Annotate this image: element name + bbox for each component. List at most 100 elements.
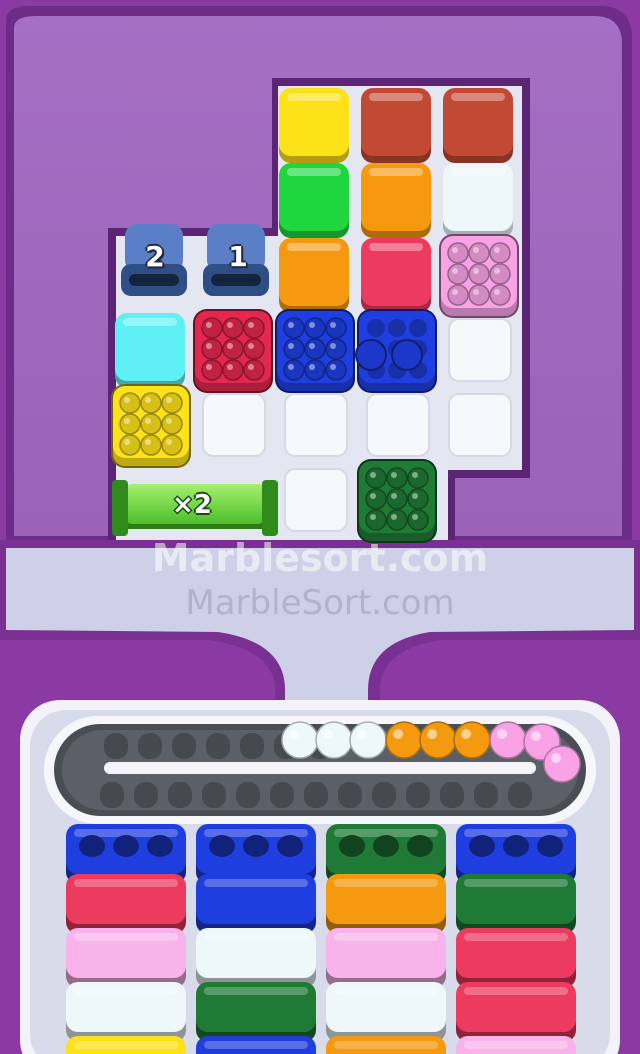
track-slot: [168, 782, 192, 808]
tile-white[interactable]: [443, 163, 513, 238]
track-slot: [338, 782, 362, 808]
marble: [243, 359, 265, 381]
marble-box-yellow[interactable]: [111, 384, 191, 468]
tile-green[interactable]: [279, 163, 349, 238]
marble: [243, 317, 265, 339]
marble-hole: [339, 835, 365, 857]
marble-hole: [388, 319, 406, 337]
empty-slot: [448, 393, 512, 457]
track-slot: [202, 782, 226, 808]
marble: [325, 338, 347, 360]
tile-orange[interactable]: [279, 238, 349, 313]
column-block-dark-green: [196, 982, 316, 1042]
sort-column-1[interactable]: [66, 824, 186, 1054]
sort-column-3[interactable]: [326, 824, 446, 1054]
marble: [201, 359, 223, 381]
sort-column-2[interactable]: [196, 824, 316, 1054]
marble-orange: [385, 721, 423, 759]
marble-hole: [79, 835, 105, 857]
track-slot: [304, 782, 328, 808]
game-canvas: [0, 0, 640, 1054]
marble-hole: [277, 835, 303, 857]
marble: [119, 392, 141, 414]
marble-hole: [367, 319, 385, 337]
marble-hole: [373, 835, 399, 857]
marble-white: [281, 721, 319, 759]
track-slot: [100, 782, 124, 808]
column-block-white: [196, 928, 316, 988]
track-slot: [134, 782, 158, 808]
marble: [304, 317, 326, 339]
marble-conveyor: [44, 716, 596, 824]
x2-booster-label: ×2: [172, 490, 212, 520]
marble-hole: [469, 835, 495, 857]
empty-slot: [448, 318, 512, 382]
empty-slot: [202, 393, 266, 457]
tile-brown[interactable]: [443, 88, 513, 163]
track-slot: [236, 782, 260, 808]
tile-yellow[interactable]: [279, 88, 349, 163]
tile-orange[interactable]: [361, 163, 431, 238]
marble: [140, 413, 162, 435]
marble-pink: [543, 745, 581, 783]
marble: [489, 242, 511, 264]
column-block-light-pink: [326, 928, 446, 988]
marble: [365, 467, 387, 489]
marble: [283, 338, 305, 360]
marble-box-blue[interactable]: [275, 309, 355, 393]
sort-column-4[interactable]: [456, 824, 576, 1054]
marble: [119, 413, 141, 435]
marble: [365, 509, 387, 531]
marble: [304, 359, 326, 381]
marble: [222, 338, 244, 360]
marble-hole: [503, 835, 529, 857]
marble: [365, 488, 387, 510]
marble-hole: [243, 835, 269, 857]
column-block-yellow: [66, 1036, 186, 1054]
marble-box-blue[interactable]: [355, 309, 437, 393]
tile-crimson[interactable]: [361, 238, 431, 313]
marble: [140, 392, 162, 414]
marble: [161, 413, 183, 435]
marble-pink: [489, 721, 527, 759]
marble: [468, 284, 490, 306]
track-slot: [406, 782, 430, 808]
marble: [447, 263, 469, 285]
tile-cyan[interactable]: [115, 313, 185, 388]
marble: [304, 338, 326, 360]
track-slot: [508, 782, 532, 808]
marble: [407, 509, 429, 531]
marble: [391, 339, 423, 371]
marble: [386, 467, 408, 489]
column-block-dark-green: [456, 874, 576, 934]
marble-white: [315, 721, 353, 759]
counter-label-1: 1: [228, 240, 248, 273]
marble-hole: [407, 835, 433, 857]
column-block-orange: [326, 874, 446, 934]
marble-white: [349, 721, 387, 759]
marble: [119, 434, 141, 456]
marble-box-red[interactable]: [193, 309, 273, 393]
track-slot: [172, 733, 196, 759]
marble-hole: [409, 319, 427, 337]
marble: [243, 338, 265, 360]
track-slot: [372, 782, 396, 808]
marble: [468, 263, 490, 285]
marble-box-pink[interactable]: [439, 234, 519, 318]
column-block-crimson: [456, 982, 576, 1042]
marble-hole: [113, 835, 139, 857]
track-slot: [270, 782, 294, 808]
column-block-light-pink: [66, 928, 186, 988]
marble: [489, 263, 511, 285]
column-block-white: [66, 982, 186, 1042]
marble: [386, 488, 408, 510]
counter-label-2: 2: [145, 240, 165, 273]
track-slot: [206, 733, 230, 759]
marble: [447, 242, 469, 264]
column-block-white: [326, 982, 446, 1042]
track-slot: [138, 733, 162, 759]
marble: [386, 509, 408, 531]
tile-brown[interactable]: [361, 88, 431, 163]
marble-box-dark-green[interactable]: [357, 459, 437, 543]
marble: [201, 317, 223, 339]
